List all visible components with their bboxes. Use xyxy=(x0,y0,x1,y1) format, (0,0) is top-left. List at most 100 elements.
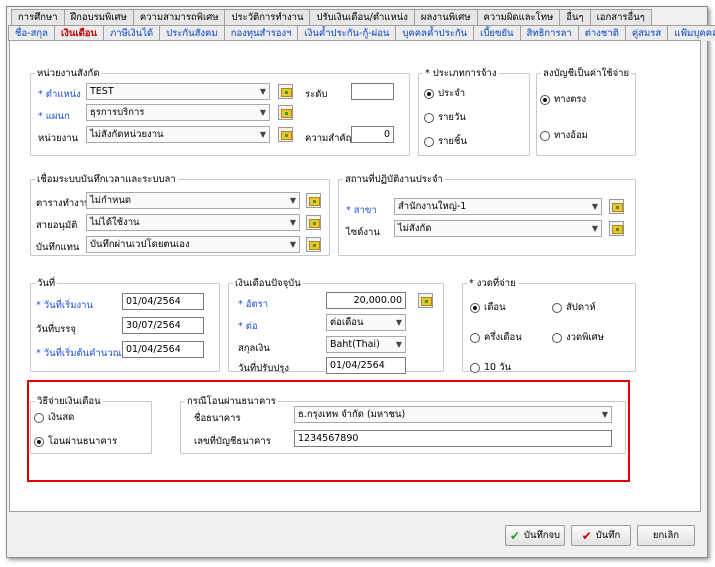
tab-work-history[interactable]: ประวัติการทำงาน xyxy=(224,9,311,25)
dates-legend: วันที่ xyxy=(37,278,56,289)
employ-type-radio-1[interactable]: รายวัน xyxy=(424,110,466,125)
tab-leave-rights[interactable]: สิทธิการลา xyxy=(519,25,579,41)
tab-provident-fund[interactable]: กองทุนสำรองฯ xyxy=(223,25,299,41)
confirm-date-label: วันที่บรรจุ xyxy=(36,324,76,335)
tab-other-docs[interactable]: เอกสารอื่นๆ xyxy=(589,9,652,25)
per-label: * ต่อ xyxy=(238,321,258,332)
calc-date-input[interactable]: 01/04/2564 xyxy=(122,341,204,358)
expense-radio-0[interactable]: ทางตรง xyxy=(540,92,586,107)
bank-name-select[interactable]: ธ.กรุงเทพ จำกัด (มหาชน) ▼ xyxy=(294,406,612,423)
payroll-legend: * งวดที่จ่าย xyxy=(469,278,516,289)
tab-name[interactable]: ชื่อ-สกุล xyxy=(8,25,55,41)
start-date-label: * วันที่เริ่มงาน xyxy=(36,300,93,311)
chevron-down-icon: ▼ xyxy=(601,410,608,419)
expense-radio-1[interactable]: ทางอ้อม xyxy=(540,128,588,143)
payroll-group: * งวดที่จ่าย xyxy=(462,276,636,372)
check-icon: ✔ xyxy=(509,528,520,543)
radio-icon xyxy=(470,362,480,373)
tab-row-top: การศึกษา ฝึกอบรมพิเศษ ความสามารถพิเศษ ปร… xyxy=(11,9,652,26)
payroll-radio-month[interactable]: เดือน xyxy=(470,300,506,315)
radio-icon xyxy=(470,332,480,343)
tab-salary-adjust[interactable]: ปรับเงินเดือน/ตำแหน่ง xyxy=(309,9,415,25)
unit-legend: หน่วยงานสังกัด xyxy=(37,68,100,79)
folder-icon[interactable] xyxy=(306,215,321,230)
radio-icon xyxy=(540,130,550,141)
dept-select[interactable]: ธุรการบริการ ▼ xyxy=(86,104,270,121)
tab-special-skills[interactable]: ความสามารถพิเศษ xyxy=(132,9,226,25)
radio-icon xyxy=(552,332,562,343)
per-select[interactable]: ต่อเดือน ▼ xyxy=(326,314,406,331)
chevron-down-icon: ▼ xyxy=(289,240,296,249)
payroll-radio-special[interactable]: งวดพิเศษ xyxy=(552,330,604,345)
approver-label: สายอนุมัติ xyxy=(36,220,78,231)
folder-icon[interactable] xyxy=(278,84,293,99)
chevron-down-icon: ▼ xyxy=(591,224,598,233)
chevron-down-icon: ▼ xyxy=(259,108,266,117)
pay-method-legend: วิธีจ่ายเงินเดือน xyxy=(37,396,101,407)
folder-icon[interactable] xyxy=(609,199,624,214)
chevron-down-icon: ▼ xyxy=(395,340,402,349)
folder-icon[interactable] xyxy=(418,293,433,308)
branch-select[interactable]: สำนักงานใหญ่-1 ▼ xyxy=(394,198,602,215)
tab-foreigner[interactable]: ต่างชาติ xyxy=(577,25,626,41)
tab-others[interactable]: อื่นๆ xyxy=(559,9,591,25)
rate-input[interactable]: 20,000.00 xyxy=(326,292,406,309)
save-close-button[interactable]: ✔ บันทึกจบ xyxy=(505,525,565,546)
payroll-radio-10days[interactable]: 10 วัน xyxy=(470,360,511,375)
confirm-date-input[interactable]: 30/07/2564 xyxy=(122,317,204,334)
tab-special-works[interactable]: ผลงานพิเศษ xyxy=(413,9,478,25)
importance-input[interactable]: 0 xyxy=(351,126,394,143)
start-date-input[interactable]: 01/04/2564 xyxy=(122,293,204,310)
folder-icon[interactable] xyxy=(609,221,624,236)
pay-method-radio-cash[interactable]: เงินสด xyxy=(34,410,74,425)
radio-checked-icon xyxy=(424,88,434,99)
site-label: ไซด์งาน xyxy=(346,227,380,238)
save-button[interactable]: ✔ บันทึก xyxy=(571,525,631,546)
tab-offenses[interactable]: ความผิดและโทษ xyxy=(476,9,561,25)
radio-checked-icon xyxy=(470,302,480,313)
radio-checked-icon xyxy=(540,94,550,105)
tab-guarantee-loan[interactable]: เงินค้ำประกัน-กู้-ผ่อน xyxy=(297,25,397,41)
employ-type-radio-2[interactable]: รายชิ้น xyxy=(424,134,467,149)
site-select[interactable]: ไม่สังกัด ▼ xyxy=(394,220,602,237)
folder-icon[interactable] xyxy=(306,237,321,252)
tab-social-security[interactable]: ประกันสังคม xyxy=(159,25,225,41)
employ-type-radio-0[interactable]: ประจำ xyxy=(424,86,465,101)
rate-label: * อัตรา xyxy=(238,299,269,310)
account-input[interactable]: 1234567890 xyxy=(294,430,612,447)
tab-special-training[interactable]: ฝึกอบรมพิเศษ xyxy=(63,9,134,25)
schedule-select[interactable]: ไม่กำหนด ▼ xyxy=(86,192,300,209)
radio-icon xyxy=(424,136,434,147)
level-label: ระดับ xyxy=(305,89,328,100)
salary-legend: เงินเดือนปัจจุบัน xyxy=(235,278,301,289)
agency-label: หน่วยงาน xyxy=(38,133,79,144)
adjust-date-input[interactable]: 01/04/2564 xyxy=(326,357,406,374)
folder-icon[interactable] xyxy=(278,127,293,142)
tab-income-tax[interactable]: ภาษีเงินได้ xyxy=(102,25,161,41)
tab-guarantor[interactable]: บุคคลค้ำประกัน xyxy=(395,25,475,41)
level-input[interactable] xyxy=(351,83,394,100)
folder-icon[interactable] xyxy=(306,193,321,208)
pay-method-radio-transfer[interactable]: โอนผ่านธนาคาร xyxy=(34,434,117,449)
cancel-button[interactable]: ยกเลิก xyxy=(637,525,695,546)
agency-select[interactable]: ไม่สังกัดหน่วยงาน ▼ xyxy=(86,126,270,143)
chevron-down-icon: ▼ xyxy=(591,202,598,211)
radio-icon xyxy=(34,412,44,423)
tab-education[interactable]: การศึกษา xyxy=(11,9,65,25)
tab-spouse[interactable]: คู่สมรส xyxy=(624,25,669,41)
tab-diligence[interactable]: เบี้ยขยัน xyxy=(473,25,521,41)
bank-name-label: ชื่อธนาคาร xyxy=(194,413,241,424)
currency-select[interactable]: Baht(Thai) ▼ xyxy=(326,336,406,353)
position-select[interactable]: TEST ▼ xyxy=(86,83,270,100)
branch-label: * สาขา xyxy=(346,205,377,216)
payroll-radio-week[interactable]: สัปดาห์ xyxy=(552,300,596,315)
tab-personal-file[interactable]: แฟ้มบุคคล xyxy=(667,25,715,41)
payroll-radio-half-month[interactable]: ครึ่งเดือน xyxy=(470,330,522,345)
folder-icon[interactable] xyxy=(278,105,293,120)
bank-legend: กรณีโอนผ่านธนาคาร xyxy=(187,396,276,407)
record-select[interactable]: บันทึกผ่านเวปโดยตนเอง ▼ xyxy=(86,236,300,253)
approver-select[interactable]: ไม่ได้ใช้งาน ▼ xyxy=(86,214,300,231)
time-legend: เชื่อมระบบบันทึกเวลาและระบบลา xyxy=(37,174,176,185)
dept-label: * แผนก xyxy=(38,111,70,122)
tab-salary[interactable]: เงินเดือน xyxy=(53,25,104,41)
